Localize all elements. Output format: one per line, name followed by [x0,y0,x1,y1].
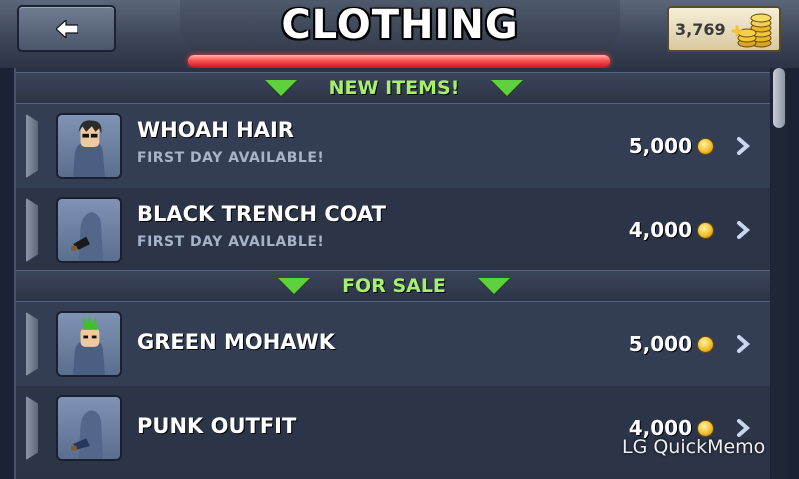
item-price: 5,000 [628,134,692,158]
row-tab-handle [26,198,38,262]
item-price: 5,000 [628,332,692,356]
coin-balance[interactable]: 3,769 [667,6,781,52]
chevron-right-icon[interactable] [736,419,750,437]
row-tab-handle [26,114,38,178]
scrollbar-thumb[interactable] [773,68,785,128]
item-thumbnail [56,311,122,377]
down-triangle-icon [278,278,311,294]
item-thumbnail [56,395,122,461]
character-hair-icon [73,120,105,177]
chevron-right-icon[interactable] [736,137,750,155]
chevron-right-icon[interactable] [736,335,750,353]
gold-coin-stack-icon [731,13,772,48]
coin-icon [697,222,714,239]
title-banner: CLOTHING [180,0,620,70]
coin-icon [697,420,714,437]
list-item[interactable]: GREEN MOHAWK 5,000 [16,302,770,386]
watermark: LG QuickMemo [622,436,766,458]
row-tab-handle [26,396,38,460]
item-availability: FIRST DAY AVAILABLE! [137,234,325,250]
item-name: BLACK TRENCH COAT [137,202,386,226]
chevron-right-icon[interactable] [736,221,750,239]
row-tab-handle [26,312,38,376]
list-item[interactable]: BLACK TRENCH COAT FIRST DAY AVAILABLE! 4… [16,188,770,272]
page-title: CLOTHING [281,2,519,48]
item-availability: FIRST DAY AVAILABLE! [137,150,325,166]
item-name: PUNK OUTFIT [137,414,297,438]
top-bar: CLOTHING 3,769 [0,0,799,68]
section-title: NEW ITEMS! [328,77,460,99]
title-underline-bar [188,55,610,67]
coin-icon [697,336,714,353]
trench-coat-icon [71,212,104,261]
list-item[interactable]: WHOAH HAIR FIRST DAY AVAILABLE! 5,000 [16,104,770,188]
item-list[interactable]: NEW ITEMS! WHOAH HAIR FIRST DAY AVAILABL… [14,68,770,479]
section-header-new-items: NEW ITEMS! [16,72,770,104]
back-arrow-icon [55,19,78,38]
down-triangle-icon [264,80,297,96]
back-button[interactable] [17,5,116,52]
mohawk-hair-icon [73,314,105,375]
down-triangle-icon [491,80,524,96]
item-price: 4,000 [628,218,692,242]
scrollbar[interactable] [771,68,787,479]
item-thumbnail [56,113,122,179]
item-thumbnail [56,197,122,263]
coin-icon [697,138,714,155]
item-name: WHOAH HAIR [137,118,294,142]
down-triangle-icon [477,278,510,294]
coin-balance-value: 3,769 [675,19,726,39]
item-name: GREEN MOHAWK [137,330,336,354]
section-header-for-sale: FOR SALE [16,270,770,302]
punk-outfit-icon [71,410,104,459]
section-title: FOR SALE [342,275,446,297]
